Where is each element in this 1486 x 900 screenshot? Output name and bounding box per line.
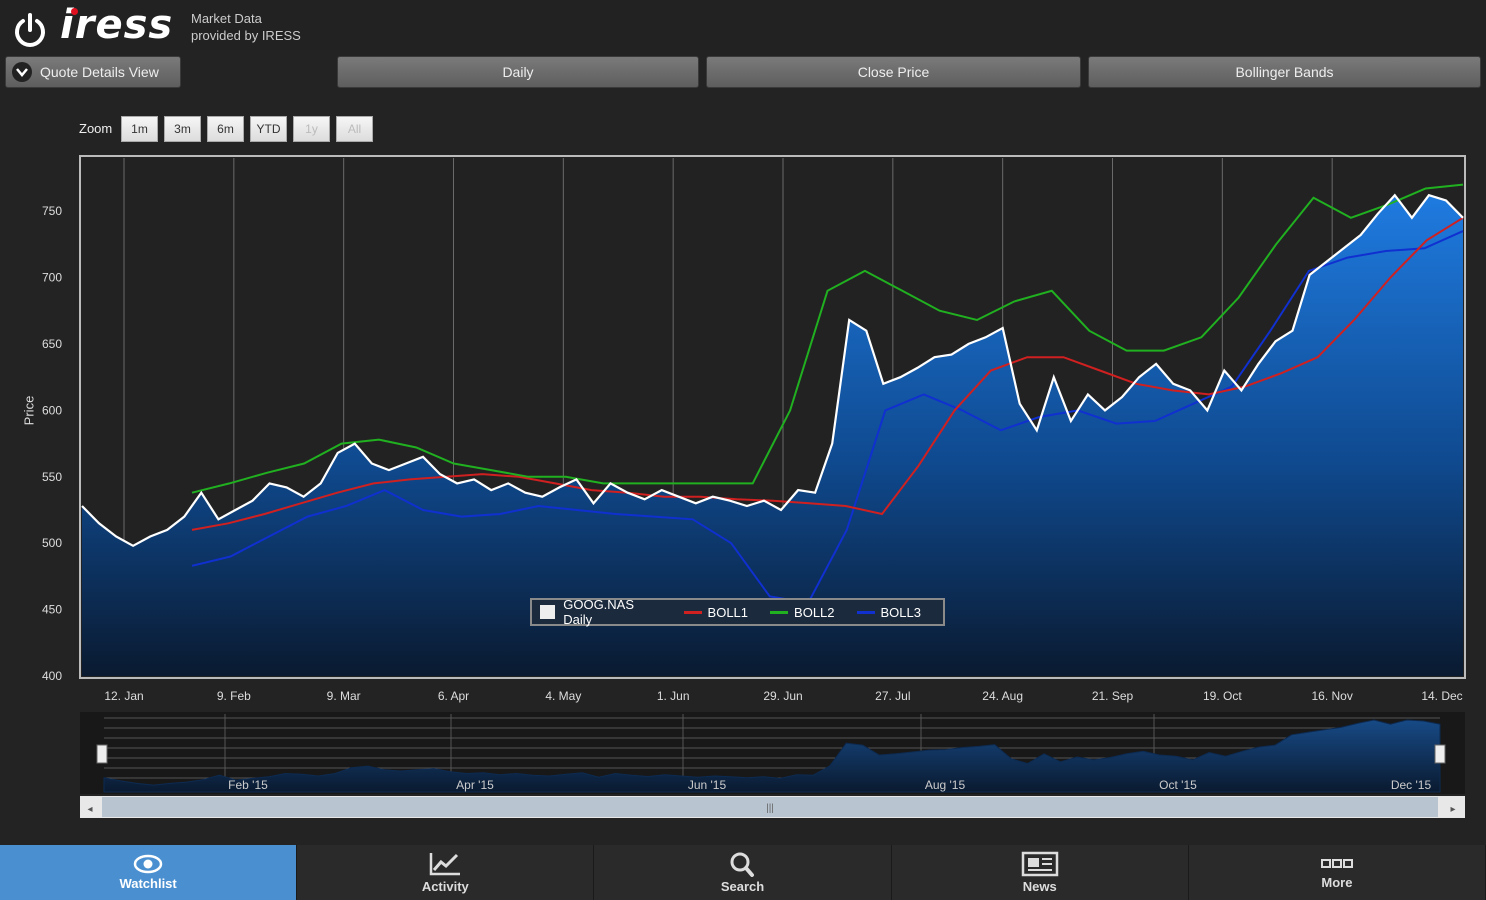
y-tick-label: 400 xyxy=(42,669,62,683)
y-tick-label: 550 xyxy=(42,470,62,484)
quote-details-view-button[interactable]: Quote Details View xyxy=(5,56,181,88)
period-selector[interactable]: Daily xyxy=(337,56,699,88)
x-tick-label: 1. Jun xyxy=(657,689,690,703)
x-tick-label: 19. Oct xyxy=(1203,689,1242,703)
y-tick-label: 500 xyxy=(42,536,62,550)
x-tick-label: 9. Mar xyxy=(327,689,361,703)
more-icon xyxy=(1320,859,1353,868)
nav-label: News xyxy=(1022,879,1057,894)
search-icon xyxy=(730,852,754,877)
legend-swatch xyxy=(856,610,875,614)
y-tick-label: 750 xyxy=(42,204,62,218)
legend-item-boll3[interactable]: BOLL3 xyxy=(856,604,921,620)
navigator-label: Dec '15 xyxy=(1391,778,1432,792)
x-tick-label: 6. Apr xyxy=(438,689,469,703)
nav-search[interactable]: Search xyxy=(594,845,892,900)
price-chart[interactable]: 400 450 500 550 600 650 700 750 12. Jan 9. Feb 9.… xyxy=(0,140,1486,830)
navigator-handle-left[interactable] xyxy=(96,744,108,764)
provider-note: Market Data provided by IRESS xyxy=(191,10,301,44)
price-type-selector[interactable]: Close Price xyxy=(706,56,1081,88)
navigator-label: Jun '15 xyxy=(688,778,727,792)
x-tick-label: 12. Jan xyxy=(104,689,143,703)
x-tick-label: 21. Sep xyxy=(1092,689,1134,703)
x-tick-label: 14. Dec xyxy=(1421,689,1462,703)
x-tick-label: 27. Jul xyxy=(875,689,910,703)
provider-line-2: provided by IRESS xyxy=(191,28,301,43)
nav-more[interactable]: More xyxy=(1189,845,1486,900)
nav-news[interactable]: News xyxy=(892,845,1189,900)
x-tick-label: 16. Nov xyxy=(1311,689,1352,703)
nav-label: Activity xyxy=(421,879,469,894)
legend-swatch xyxy=(683,610,702,614)
x-tick-label: 29. Jun xyxy=(763,689,802,703)
nav-label: Search xyxy=(720,879,765,894)
power-icon[interactable] xyxy=(12,12,48,48)
legend-swatch xyxy=(540,605,556,619)
scrollbar-right-arrow[interactable]: ▸ xyxy=(1450,804,1455,815)
legend-item-boll2[interactable]: BOLL2 xyxy=(770,604,835,620)
legend-label: BOLL1 xyxy=(707,604,749,620)
nav-activity[interactable]: Activity xyxy=(297,845,595,900)
navigator-label: Aug '15 xyxy=(925,778,966,792)
bottom-navigation: Watchlist Activity Search News More xyxy=(0,845,1486,900)
zoom-6m-button[interactable]: 6m xyxy=(207,116,244,142)
chart-legend: GOOG.NAS Daily BOLL1 BOLL2 BOLL3 xyxy=(530,597,945,627)
legend-item-boll1[interactable]: BOLL1 xyxy=(683,604,749,620)
y-tick-label: 450 xyxy=(42,603,62,617)
legend-label: GOOG.NAS Daily xyxy=(563,597,635,627)
x-tick-label: 4. May xyxy=(545,689,581,703)
scrollbar-left-arrow[interactable]: ◂ xyxy=(87,804,92,815)
indicator-selector[interactable]: Bollinger Bands xyxy=(1088,56,1481,88)
zoom-3m-button[interactable]: 3m xyxy=(164,116,201,142)
nav-label: Watchlist xyxy=(119,876,177,891)
nav-watchlist[interactable]: Watchlist xyxy=(0,845,298,900)
legend-label: BOLL3 xyxy=(880,604,921,620)
legend-item-goog[interactable]: GOOG.NAS Daily xyxy=(540,597,662,627)
navigator-label: Feb '15 xyxy=(228,778,268,792)
zoom-1y-button[interactable]: 1y xyxy=(293,116,330,142)
nav-label: More xyxy=(1321,875,1353,890)
x-tick-label: 9. Feb xyxy=(217,689,251,703)
zoom-ytd-button[interactable]: YTD xyxy=(250,116,287,142)
zoom-label: Zoom xyxy=(79,121,113,136)
brand-logo-dot xyxy=(71,8,78,15)
zoom-all-button[interactable]: All xyxy=(336,116,373,142)
eye-icon xyxy=(133,854,163,874)
y-tick-label: 600 xyxy=(42,403,62,417)
zoom-1m-button[interactable]: 1m xyxy=(121,116,158,142)
legend-label: BOLL2 xyxy=(794,604,835,620)
quote-details-label: Quote Details View xyxy=(40,64,159,80)
navigator-handle-right[interactable] xyxy=(1434,744,1446,764)
provider-line-1: Market Data xyxy=(191,11,262,26)
y-tick-label: 650 xyxy=(42,337,62,351)
y-tick-label: 700 xyxy=(42,271,62,285)
x-tick-label: 24. Aug xyxy=(982,689,1023,703)
chart-icon xyxy=(430,853,461,876)
chevron-down-icon xyxy=(12,62,32,82)
legend-swatch xyxy=(770,610,789,614)
scrollbar-grip[interactable]: ||| xyxy=(766,803,774,814)
navigator-label: Oct '15 xyxy=(1159,778,1197,792)
news-icon xyxy=(1021,851,1058,877)
app-header: iress Market Data provided by IRESS xyxy=(0,0,1486,50)
navigator-label: Apr '15 xyxy=(456,778,494,792)
